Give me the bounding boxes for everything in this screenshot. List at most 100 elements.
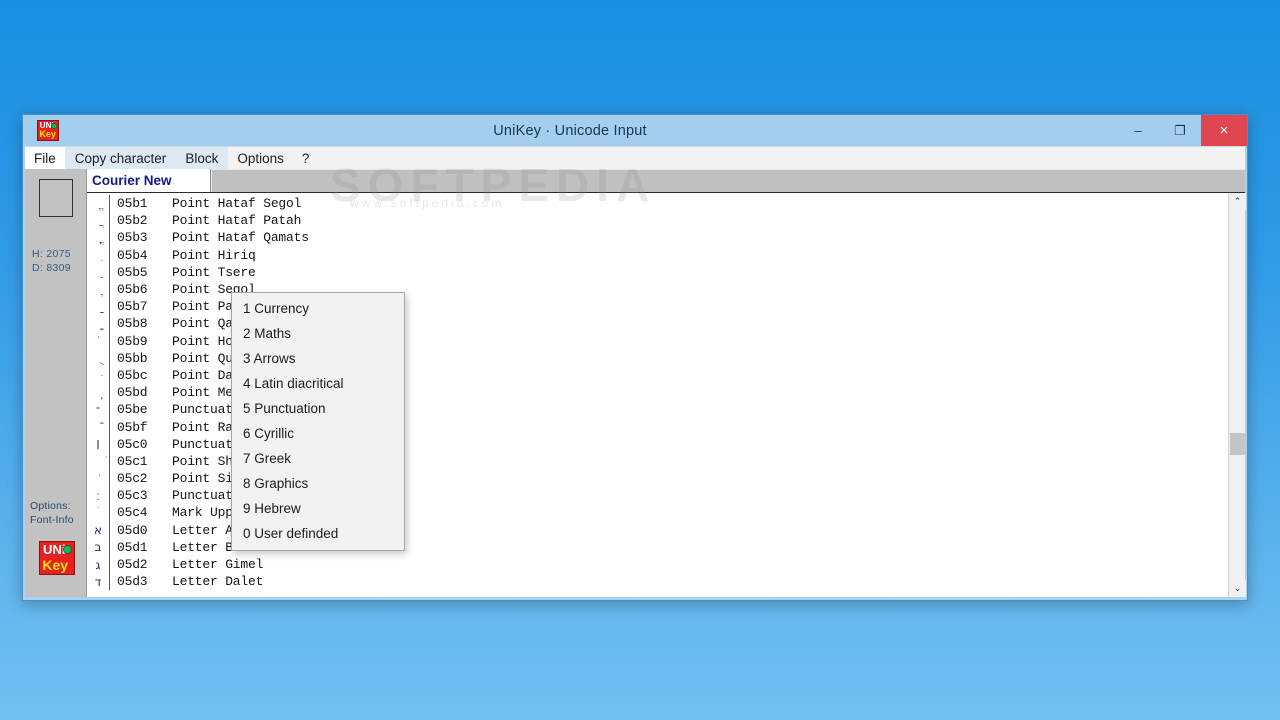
character-row[interactable]: ֳ 05b3 Point Hataf Qamats: [87, 229, 1228, 247]
character-description: Point Hiriq: [172, 247, 256, 263]
block-menu-item[interactable]: 2 Maths: [232, 321, 404, 346]
character-glyph: א: [93, 523, 103, 538]
character-glyph: ־: [95, 402, 101, 417]
character-code: 05b1: [117, 196, 148, 212]
character-code: 05b5: [117, 264, 148, 280]
block-menu-item[interactable]: 1 Currency: [232, 296, 404, 321]
close-button[interactable]: ×: [1201, 115, 1247, 146]
character-code: 05d3: [117, 574, 148, 590]
character-code: 05b4: [117, 247, 148, 263]
character-code: 05be: [117, 402, 148, 418]
character-code: 05c0: [117, 436, 148, 452]
character-glyph: ֱ: [87, 197, 109, 211]
character-glyph: ָ: [87, 317, 109, 331]
window-controls: – ❐ ×: [1117, 115, 1247, 146]
block-dropdown-menu: 1 Currency 2 Maths 3 Arrows 4 Latin diacrit…: [231, 292, 405, 551]
unikey-logo-icon: UNi Key: [37, 120, 59, 141]
character-glyph: ַ: [87, 300, 109, 314]
client-area: H: 2075 D: 8309 Options: Font-Info UNi K…: [25, 169, 1246, 597]
character-description: Point Hataf Segol: [172, 196, 302, 212]
minimize-button[interactable]: –: [1117, 115, 1159, 146]
character-row[interactable]: ִ 05b4 Point Hiriq: [87, 246, 1228, 264]
scroll-up-icon[interactable]: ⌃: [1229, 193, 1246, 210]
character-code: 05bb: [117, 350, 148, 366]
character-glyph: ֹ: [87, 334, 109, 348]
character-glyph: ד: [94, 574, 102, 589]
options-info[interactable]: Options: Font-Info: [30, 499, 74, 527]
header-strip: Courier New: [87, 169, 1245, 193]
character-code: 05b3: [117, 230, 148, 246]
character-code: 05c2: [117, 471, 148, 487]
menu-copy-character[interactable]: Copy character: [65, 147, 177, 169]
app-window: UNi Key UniKey · Unicode Input – ❐ × Fil…: [22, 114, 1248, 601]
header-band: [211, 169, 1245, 192]
block-menu-item[interactable]: 0 User definded: [232, 521, 404, 546]
vertical-scrollbar[interactable]: ⌃ ⌄: [1228, 193, 1246, 597]
character-row[interactable]: ֵ 05b5 Point Tsere: [87, 263, 1228, 281]
menu-bar: File Copy character Block Options ?: [25, 146, 1245, 169]
character-glyph: ׀: [96, 437, 100, 452]
character-glyph: ּ: [87, 368, 109, 382]
character-glyph: ֿ: [87, 420, 109, 434]
character-glyph: ֵ: [87, 265, 109, 279]
character-preview-box: [39, 179, 73, 217]
character-glyph: ֶ: [87, 283, 109, 297]
character-code: 05b6: [117, 282, 148, 298]
block-menu-item[interactable]: 3 Arrows: [232, 346, 404, 371]
maximize-button[interactable]: ❐: [1159, 115, 1201, 146]
character-description: Point Tsere: [172, 264, 256, 280]
character-glyph: ִ: [87, 248, 109, 262]
character-code: 05d0: [117, 522, 148, 538]
character-glyph: ׂ: [87, 472, 109, 486]
character-code: 05b7: [117, 299, 148, 315]
character-glyph: ֻ: [87, 351, 109, 365]
sidebar-logo-globe-icon: [62, 544, 72, 554]
unikey-logo-sidebar-icon[interactable]: UNi Key: [39, 541, 75, 575]
menu-block[interactable]: Block: [176, 147, 229, 169]
character-code: 05c1: [117, 453, 148, 469]
character-glyph: ׃: [96, 488, 100, 503]
character-description: Point Hataf Qamats: [172, 230, 309, 246]
menu-options[interactable]: Options: [228, 147, 293, 169]
character-code: 05bf: [117, 419, 148, 435]
character-glyph: ׄ: [87, 506, 109, 520]
character-glyph: ֲ: [87, 214, 109, 228]
fontinfo-label: Font-Info: [30, 514, 74, 526]
block-menu-item[interactable]: 6 Cyrillic: [232, 421, 404, 446]
character-code: 05d1: [117, 539, 148, 555]
character-glyph: ֳ: [87, 231, 109, 245]
character-code: 05d2: [117, 557, 148, 573]
character-code: 05bc: [117, 367, 148, 383]
character-glyph: ֽ: [87, 386, 109, 400]
scroll-down-icon[interactable]: ⌄: [1229, 580, 1246, 597]
character-row[interactable]: ד 05d3 Letter Dalet: [87, 573, 1228, 591]
options-label: Options:: [30, 500, 71, 512]
character-code: 05c3: [117, 488, 148, 504]
sidebar: H: 2075 D: 8309 Options: Font-Info UNi K…: [25, 169, 87, 597]
title-bar[interactable]: UNi Key UniKey · Unicode Input – ❐ ×: [23, 115, 1247, 146]
character-code: 05c4: [117, 505, 148, 521]
logo-bottom-text: Key: [39, 129, 56, 140]
character-code: 05bd: [117, 385, 148, 401]
character-row[interactable]: ֲ 05b2 Point Hataf Patah: [87, 212, 1228, 230]
scrollbar-thumb[interactable]: [1230, 432, 1245, 455]
character-description: Point Hataf Patah: [172, 213, 302, 229]
block-menu-item[interactable]: 4 Latin diacritical: [232, 371, 404, 396]
block-menu-item[interactable]: 8 Graphics: [232, 471, 404, 496]
character-description: Letter Gimel: [172, 557, 264, 573]
block-menu-item[interactable]: 7 Greek: [232, 446, 404, 471]
character-row[interactable]: ג 05d2 Letter Gimel: [87, 555, 1228, 574]
character-glyph: ׁ: [87, 454, 109, 468]
hex-value: H: 2075: [32, 248, 71, 260]
menu-help[interactable]: ?: [292, 147, 319, 169]
character-code: 05b2: [117, 213, 148, 229]
window-title: UniKey · Unicode Input: [493, 122, 647, 139]
character-row[interactable]: ֱ 05b1 Point Hataf Segol: [87, 195, 1228, 213]
menu-file[interactable]: File: [25, 147, 66, 169]
character-description: Letter Dalet: [172, 574, 264, 590]
block-menu-item[interactable]: 9 Hebrew: [232, 496, 404, 521]
code-info: H: 2075 D: 8309: [32, 247, 71, 275]
sidebar-logo-bottom-text: Key: [42, 557, 69, 574]
character-code: 05b8: [117, 316, 148, 332]
block-menu-item[interactable]: 5 Punctuation: [232, 396, 404, 421]
